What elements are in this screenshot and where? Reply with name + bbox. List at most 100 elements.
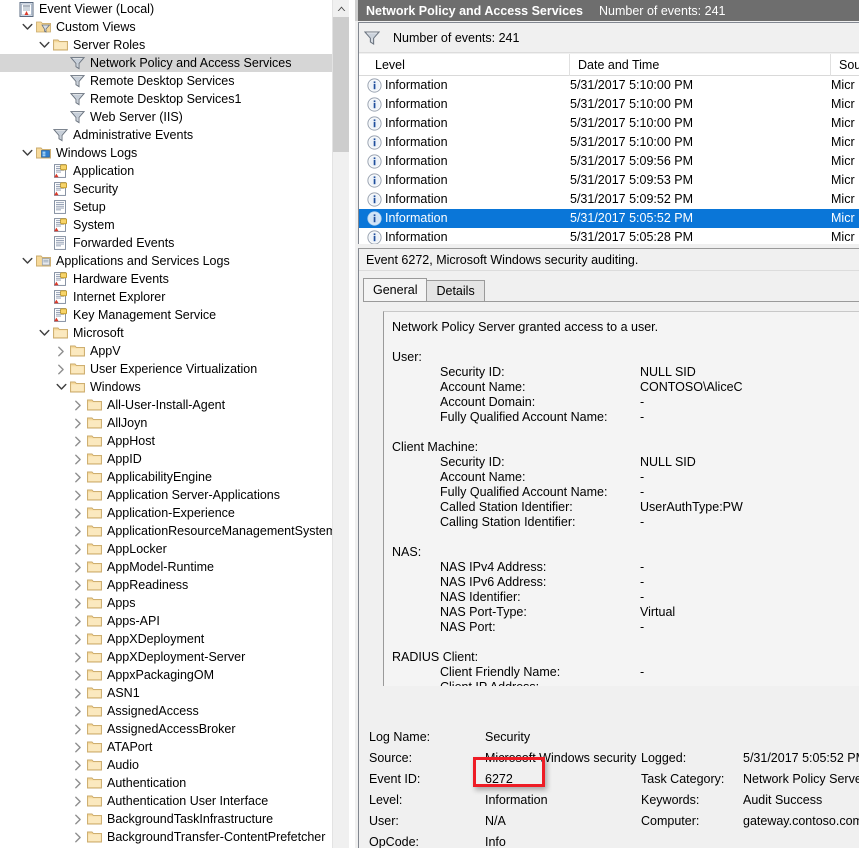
chevron-right-icon[interactable] [70,396,86,414]
tree-item-security[interactable]: Security [0,180,332,198]
tree-item-forwarded-events[interactable]: Forwarded Events [0,234,332,252]
tree-item-authentication-user-interface[interactable]: Authentication User Interface [0,792,332,810]
tree-item-content[interactable]: Microsoft [52,324,134,342]
tree-item-content[interactable]: Setup [52,198,116,216]
chevron-right-icon[interactable] [70,828,86,846]
chevron-right-icon[interactable] [70,414,86,432]
chevron-right-icon[interactable] [70,450,86,468]
tab-details[interactable]: Details [426,280,484,301]
tree-item-ataport[interactable]: ATAPort [0,738,332,756]
tree-item-setup[interactable]: Setup [0,198,332,216]
tree-item-apps[interactable]: Apps [0,594,332,612]
tree-item-apphost[interactable]: AppHost [0,432,332,450]
tree-item-content[interactable]: AppReadiness [86,576,198,594]
tree-item-content[interactable]: Windows [69,378,151,396]
tree-scroll-track[interactable] [333,152,350,848]
tab-general[interactable]: General [363,278,427,301]
tree-item-content[interactable]: Apps-API [86,612,170,630]
chevron-right-icon[interactable] [70,630,86,648]
tree-item-content[interactable]: AppxPackagingOM [86,666,224,684]
tree-item-content[interactable]: BackgroundTransfer-ContentPrefetcher [86,828,332,846]
table-row[interactable]: Information5/31/2017 5:09:56 PMMicr [359,152,859,171]
chevron-right-icon[interactable] [70,486,86,504]
tree-item-microsoft[interactable]: Microsoft [0,324,332,342]
chevron-right-icon[interactable] [70,684,86,702]
chevron-right-icon[interactable] [70,432,86,450]
tree-item-administrative-events[interactable]: Administrative Events [0,126,332,144]
tree-item-content[interactable]: AppID [86,450,152,468]
chevron-right-icon[interactable] [70,774,86,792]
chevron-right-icon[interactable] [70,540,86,558]
tree-item-appxdeployment[interactable]: AppXDeployment [0,630,332,648]
tree-item-content[interactable]: Authentication [86,774,196,792]
chevron-right-icon[interactable] [70,720,86,738]
tree-item-content[interactable]: Internet Explorer [52,288,175,306]
tree-item-appv[interactable]: AppV [0,342,332,360]
chevron-down-icon[interactable] [53,378,69,396]
tree-item-content[interactable]: ApplicationResourceManagementSystem [86,522,332,540]
tree-item-content[interactable]: Application Server-Applications [86,486,290,504]
tree-item-application-experience[interactable]: Application-Experience [0,504,332,522]
tree-item-appmodel-runtime[interactable]: AppModel-Runtime [0,558,332,576]
tree-scrollbar[interactable] [332,0,349,848]
tree-item-content[interactable]: Administrative Events [52,126,203,144]
tree-item-asn1[interactable]: ASN1 [0,684,332,702]
tree-item-apps-api[interactable]: Apps-API [0,612,332,630]
tree-item-content[interactable]: AppV [69,342,131,360]
chevron-down-icon[interactable] [36,36,52,54]
tree-item-content[interactable]: AppXDeployment [86,630,214,648]
tree-item-remote-desktop-services[interactable]: Remote Desktop Services [0,72,332,90]
tree-item-alljoyn[interactable]: AllJoyn [0,414,332,432]
event-list-rows[interactable]: Information5/31/2017 5:10:00 PMMicrInfor… [359,76,859,244]
tree-item-content[interactable]: Remote Desktop Services1 [69,90,251,108]
tree-item-assignedaccess[interactable]: AssignedAccess [0,702,332,720]
tree-item-content[interactable]: Network Policy and Access Services [69,54,301,72]
tree-item-windows-logs[interactable]: Windows Logs [0,144,332,162]
chevron-right-icon[interactable] [70,666,86,684]
tree-item-content[interactable]: AppXDeployment-Server [86,648,255,666]
tree-item-remote-desktop-services1[interactable]: Remote Desktop Services1 [0,90,332,108]
column-header-date-and-time[interactable]: Date and Time [570,54,831,76]
chevron-right-icon[interactable] [70,738,86,756]
table-row[interactable]: Information5/31/2017 5:10:00 PMMicr [359,76,859,95]
chevron-down-icon[interactable] [19,144,35,162]
tree-item-event-viewer-local[interactable]: Event Viewer (Local) [0,0,332,18]
table-row[interactable]: Information5/31/2017 5:09:52 PMMicr [359,190,859,209]
event-list-header[interactable]: LevelDate and TimeSour [359,54,859,76]
tree-item-content[interactable]: Applications and Services Logs [35,252,240,270]
tree-item-content[interactable]: ApplicabilityEngine [86,468,222,486]
tree-item-application[interactable]: Application [0,162,332,180]
tree-item-appxdeployment-server[interactable]: AppXDeployment-Server [0,648,332,666]
tree-item-content[interactable]: Windows Logs [35,144,147,162]
tree-item-content[interactable]: User Experience Virtualization [69,360,267,378]
tree-item-content[interactable]: AppModel-Runtime [86,558,224,576]
chevron-right-icon[interactable] [70,558,86,576]
column-header-level[interactable]: Level [367,54,570,76]
tree-item-windows[interactable]: Windows [0,378,332,396]
tree-scroll-thumb[interactable] [333,17,350,152]
tree-item-content[interactable]: Authentication User Interface [86,792,278,810]
chevron-right-icon[interactable] [70,576,86,594]
tree-item-content[interactable]: Security [52,180,128,198]
chevron-right-icon[interactable] [70,468,86,486]
tree-item-content[interactable]: BackgroundTaskInfrastructure [86,810,283,828]
chevron-right-icon[interactable] [53,342,69,360]
tree-item-content[interactable]: ATAPort [86,738,162,756]
table-row[interactable]: Information5/31/2017 5:10:00 PMMicr [359,95,859,114]
tree-item-content[interactable]: Custom Views [35,18,146,36]
tree-item-application-server-applications[interactable]: Application Server-Applications [0,486,332,504]
tree-item-all-user-install-agent[interactable]: All-User-Install-Agent [0,396,332,414]
tree-item-appid[interactable]: AppID [0,450,332,468]
chevron-right-icon[interactable] [70,594,86,612]
tree-item-hardware-events[interactable]: Hardware Events [0,270,332,288]
tree-item-appreadiness[interactable]: AppReadiness [0,576,332,594]
chevron-right-icon[interactable] [70,756,86,774]
chevron-right-icon[interactable] [70,702,86,720]
chevron-right-icon[interactable] [70,522,86,540]
console-tree[interactable]: Event Viewer (Local)Custom ViewsServer R… [0,0,332,848]
chevron-right-icon[interactable] [70,792,86,810]
table-row[interactable]: Information5/31/2017 5:05:28 PMMicr [359,228,859,244]
column-header-sour[interactable]: Sour [831,54,859,76]
tree-item-content[interactable]: Hardware Events [52,270,179,288]
tree-item-content[interactable]: Application-Experience [86,504,245,522]
